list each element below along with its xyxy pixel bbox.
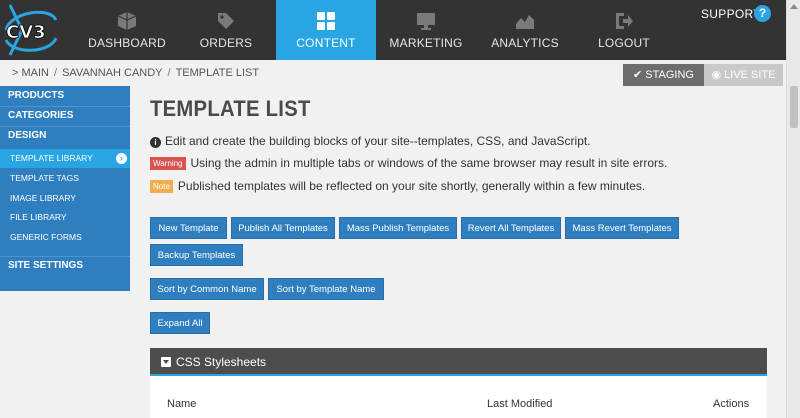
nav-dashboard[interactable]: DASHBOARD	[80, 0, 174, 60]
nav-logout[interactable]: LOGOUT	[574, 0, 674, 60]
page-title: TEMPLATE LIST	[150, 96, 311, 121]
sort-by-template-name-button[interactable]: Sort by Template Name	[268, 278, 384, 300]
note-message: Note Published templates will be reflecte…	[150, 179, 645, 193]
nav-orders-label: ORDERS	[199, 36, 253, 50]
sidebar-item-generic-forms[interactable]: GENERIC FORMS	[0, 228, 130, 247]
sidebar-item-template-library[interactable]: TEMPLATE LIBRARY ›	[0, 149, 130, 168]
panel-title: CSS Stylesheets	[176, 355, 267, 369]
check-circle-icon: ✔	[633, 69, 643, 81]
sidebar-item-image-library[interactable]: IMAGE LIBRARY	[0, 189, 130, 208]
warning-message: Warning Using the admin in multiple tabs …	[150, 156, 667, 170]
nav-marketing[interactable]: MARKETING	[376, 0, 476, 60]
staging-button[interactable]: ✔ STAGING	[623, 64, 704, 86]
eye-icon: ◉	[711, 69, 722, 81]
sidebar: PRODUCTS CATEGORIES DESIGN TEMPLATE LIBR…	[0, 86, 130, 291]
mass-revert-templates-button[interactable]: Mass Revert Templates	[565, 217, 679, 239]
column-header-name[interactable]: Name	[167, 398, 196, 410]
breadcrumb-prefix: >	[12, 67, 19, 79]
nav-dashboard-label: DASHBOARD	[88, 36, 166, 50]
grid-icon	[317, 12, 335, 30]
logout-icon	[616, 13, 633, 29]
publish-all-templates-button[interactable]: Publish All Templates	[231, 217, 335, 239]
nav-content-label: CONTENT	[296, 36, 356, 50]
breadcrumb-store[interactable]: SAVANNAH CANDY	[62, 67, 162, 79]
nav-content[interactable]: CONTENT	[276, 0, 376, 60]
expand-all-button[interactable]: Expand All	[150, 312, 210, 334]
monitor-icon	[417, 13, 435, 30]
tags-icon	[218, 13, 234, 29]
arrow-right-circle-icon: ›	[116, 153, 127, 164]
scroll-up-arrow-icon[interactable]	[790, 4, 798, 9]
css-stylesheets-panel-header[interactable]: CSS Stylesheets	[150, 348, 767, 376]
column-header-actions: Actions	[713, 398, 750, 410]
question-icon[interactable]: ?	[754, 5, 771, 22]
cube-icon	[117, 12, 137, 30]
new-template-button[interactable]: New Template	[150, 217, 227, 239]
breadcrumb: > MAIN / SAVANNAH CANDY / TEMPLATE LIST	[12, 67, 260, 79]
backup-templates-button[interactable]: Backup Templates	[150, 244, 243, 266]
sort-by-common-name-button[interactable]: Sort by Common Name	[150, 278, 264, 300]
sidebar-item-site-settings[interactable]: SITE SETTINGS	[0, 256, 130, 276]
top-navbar: CV3 DASHBOARD ORDERS CONTENT MARKETING A…	[0, 0, 786, 60]
svg-text:CV3: CV3	[6, 22, 46, 43]
nav-orders[interactable]: ORDERS	[178, 0, 274, 60]
scrollbar-thumb[interactable]	[790, 86, 798, 128]
sidebar-item-template-tags[interactable]: TEMPLATE TAGS	[0, 169, 130, 188]
mass-publish-templates-button[interactable]: Mass Publish Templates	[339, 217, 457, 239]
note-badge: Note	[150, 180, 173, 193]
nav-analytics[interactable]: ANALYTICS	[476, 0, 574, 60]
area-chart-icon	[516, 15, 534, 29]
info-icon: i	[150, 137, 161, 148]
collapse-toggle-icon[interactable]	[161, 357, 171, 367]
sidebar-item-file-library[interactable]: FILE LIBRARY	[0, 208, 130, 227]
page-scrollbar[interactable]	[786, 0, 800, 418]
column-header-last-modified[interactable]: Last Modified	[487, 398, 552, 410]
sidebar-item-design[interactable]: DESIGN	[0, 126, 130, 146]
css-stylesheets-table: Name Last Modified Actions	[150, 376, 767, 418]
info-message: i Edit and create the building blocks of …	[150, 134, 591, 148]
support-link[interactable]: SUPPORT	[701, 7, 761, 21]
breadcrumb-current: TEMPLATE LIST	[175, 67, 260, 79]
nav-analytics-label: ANALYTICS	[491, 36, 559, 50]
cv3-logo[interactable]: CV3	[0, 0, 62, 60]
nav-logout-label: LOGOUT	[598, 36, 650, 50]
nav-marketing-label: MARKETING	[389, 36, 463, 50]
breadcrumb-main[interactable]: MAIN	[22, 67, 50, 79]
live-site-button[interactable]: ◉ LIVE SITE	[704, 64, 783, 86]
revert-all-templates-button[interactable]: Revert All Templates	[461, 217, 561, 239]
sidebar-item-categories[interactable]: CATEGORIES	[0, 106, 130, 126]
sidebar-item-products[interactable]: PRODUCTS	[0, 86, 130, 106]
warning-badge: Warning	[150, 157, 186, 170]
